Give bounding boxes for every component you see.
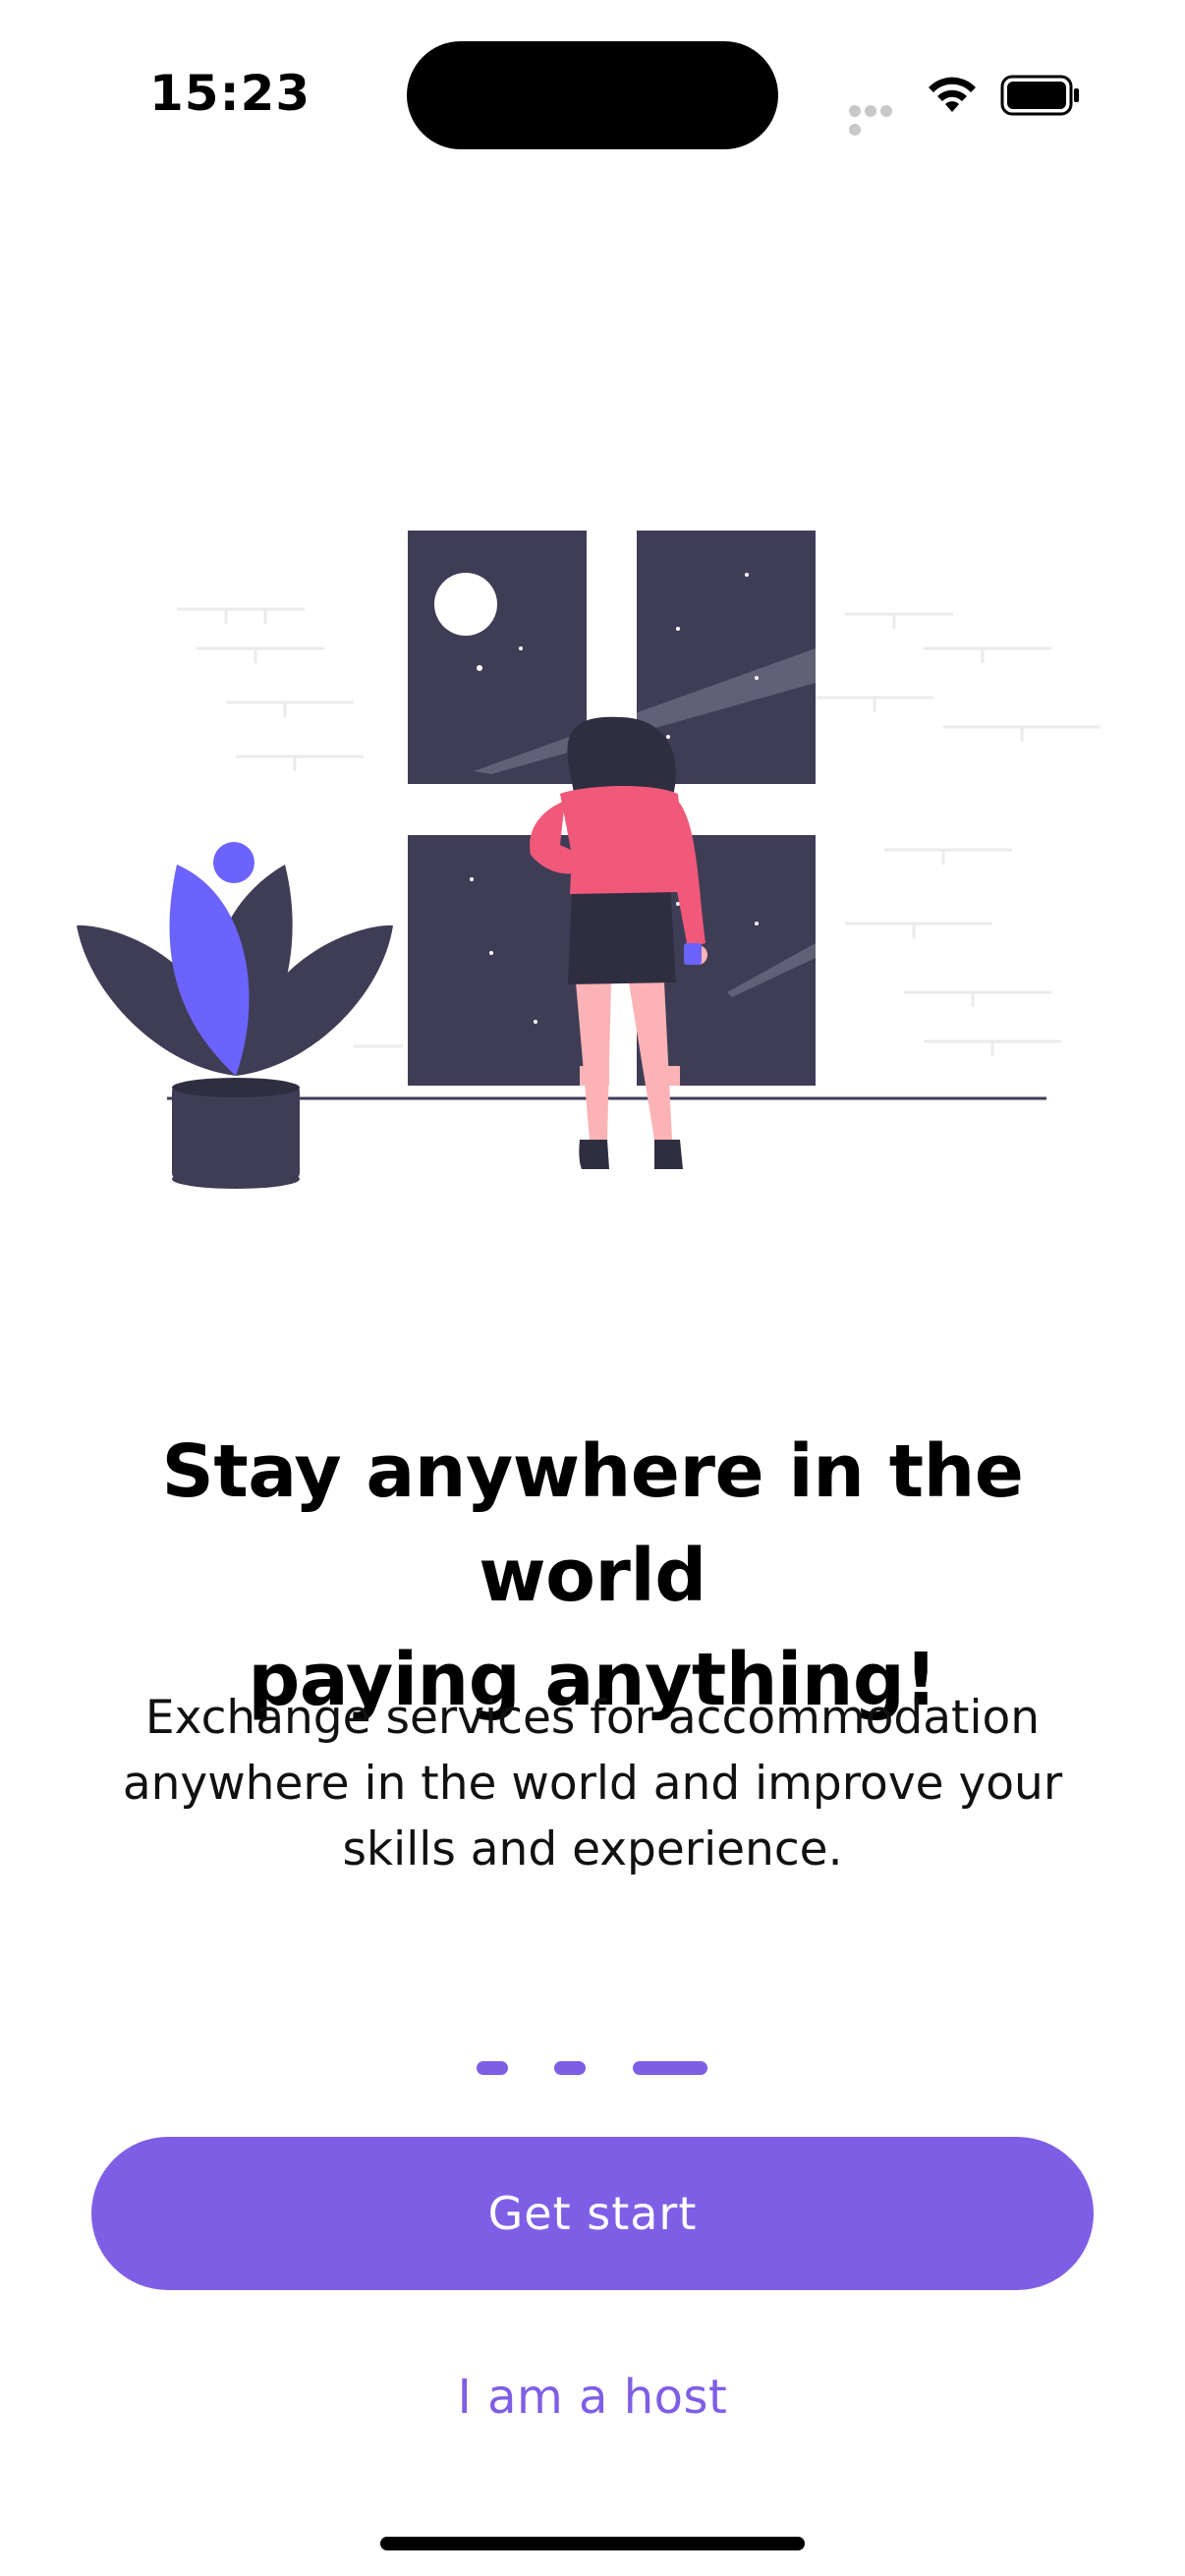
i-am-a-host-link[interactable]: I am a host <box>298 2358 887 2436</box>
status-time: 15:23 <box>149 65 311 122</box>
get-start-button[interactable]: Get start <box>91 2137 1094 2290</box>
status-bar: 15:23 <box>0 0 1185 167</box>
description-line-2: anywhere in the world and improve your <box>122 1757 1063 1811</box>
description-line-1: Exchange services for accommodation <box>144 1691 1041 1745</box>
page-dot-3-active[interactable] <box>633 2061 707 2075</box>
title-line-1: Stay anywhere in the world <box>161 1429 1024 1618</box>
page-indicator <box>0 2061 1185 2075</box>
woman-at-window-illustration <box>77 531 1100 1189</box>
description-line-3: skills and experience. <box>342 1822 843 1876</box>
page-dot-2[interactable] <box>554 2061 586 2075</box>
onboarding-description: Exchange services for accommodation anyw… <box>88 1685 1097 1882</box>
home-indicator[interactable] <box>380 2537 805 2550</box>
dynamic-island <box>407 41 778 149</box>
battery-icon <box>1000 75 1079 116</box>
cellular-signal-icon <box>849 102 910 136</box>
page-dot-1[interactable] <box>477 2061 508 2075</box>
wifi-icon <box>929 77 976 112</box>
